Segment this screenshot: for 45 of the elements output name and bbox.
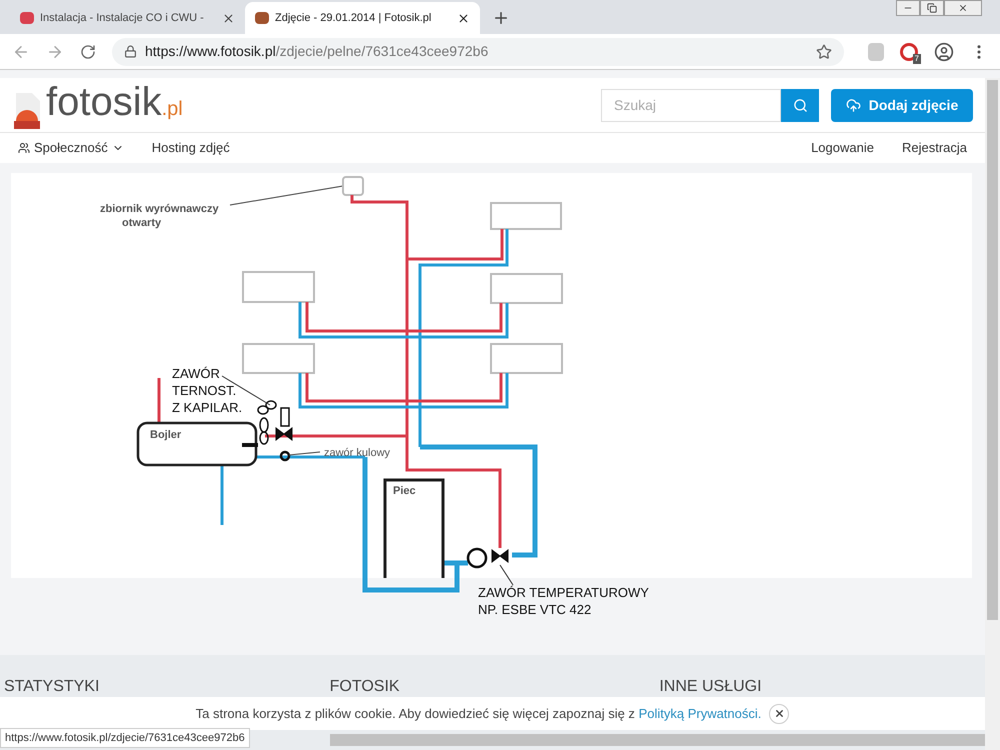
- footer-heading: STATYSTYKI: [4, 677, 100, 697]
- footer-heading: FOTOSIK: [330, 677, 401, 697]
- temperature-valve-label: ZAWÓR TEMPERATUROWY NP. ESBE VTC 422: [478, 585, 649, 617]
- restore-button[interactable]: [920, 0, 944, 16]
- search-field[interactable]: Szukaj: [601, 88, 781, 122]
- favicon-icon: [255, 12, 269, 24]
- url-text: https://www.fotosik.pl/zdjecie/pelne/7631ce43cee972b6: [145, 42, 490, 61]
- footer-heading: INNE USŁUGI: [658, 677, 763, 697]
- nav-link[interactable]: Rejestracja: [902, 138, 967, 158]
- nav-link[interactable]: Społeczność: [18, 138, 124, 158]
- search-button[interactable]: [781, 88, 819, 122]
- bookmark-star-icon[interactable]: [816, 44, 832, 60]
- profile-icon[interactable]: [934, 42, 954, 62]
- boiler-label: Bojler: [150, 429, 182, 441]
- nav-link[interactable]: Logowanie: [811, 138, 874, 158]
- horizontal-scrollbar-thumb[interactable]: [330, 734, 985, 746]
- extension-badge: 7: [912, 54, 921, 64]
- logo-text: fotosik.pl: [46, 82, 183, 126]
- logo-flower-icon: [12, 92, 42, 128]
- cookie-text: Ta strona korzysta z plików cookie. Aby dowiedzieć się więcej zapoznaj się z Polityką Prywatności.: [196, 704, 762, 723]
- favicon-icon: [20, 12, 34, 24]
- reload-icon[interactable]: [80, 44, 96, 60]
- close-icon[interactable]: [222, 12, 235, 24]
- status-url: https://www.fotosik.pl/zdjecie/7631ce43cee972b6: [0, 728, 250, 748]
- tab-title: Instalacja - Instalacje CO i CWU -: [40, 10, 205, 26]
- browser-tab[interactable]: Zdjęcie - 29.01.2014 | Fotosik.pl: [245, 2, 480, 34]
- new-tab-icon[interactable]: [492, 9, 510, 27]
- restore-icon: [927, 3, 937, 13]
- close-icon[interactable]: [769, 704, 790, 724]
- address-field[interactable]: https://www.fotosik.pl/zdjecie/pelne/7631ce43cee972b6: [112, 38, 844, 66]
- browser-tab[interactable]: Instalacja - Instalacje CO i CWU -: [10, 2, 245, 34]
- close-icon[interactable]: [457, 12, 470, 24]
- close-icon: [958, 3, 968, 13]
- nav-link[interactable]: Hosting zdjęć: [152, 138, 230, 158]
- upload-button[interactable]: Dodaj zdjęcie: [831, 88, 973, 122]
- scrollbar-thumb[interactable]: [987, 80, 998, 620]
- search-icon: [792, 98, 808, 112]
- furnace-label: Piec: [393, 485, 416, 497]
- privacy-link[interactable]: Polityką Prywatności.: [638, 706, 762, 721]
- tab-title: Zdjęcie - 29.01.2014 | Fotosik.pl: [275, 10, 432, 26]
- lock-icon: [124, 45, 137, 58]
- users-icon: [18, 142, 30, 154]
- thermostatic-valve-label: ZAWÓR TERNOST. Z KAPILAR.: [172, 366, 242, 415]
- tank-label: zbiornik wyrównawczy otwarty: [100, 203, 219, 229]
- cloud-upload-icon: [846, 98, 861, 112]
